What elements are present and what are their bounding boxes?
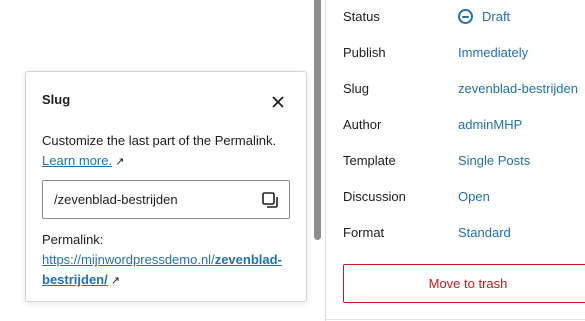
description-text: Customize the last part of the Permalink… [42,133,277,148]
canvas-scrollbar[interactable] [314,0,321,240]
status-row: Status Draft [343,5,585,27]
close-icon [272,96,284,108]
template-label: Template [343,152,396,168]
format-label: Format [343,224,385,240]
template-value-button[interactable]: Single Posts [458,153,530,168]
slug-row: Slug zevenblad-bestrijden [343,77,585,99]
external-link-icon: ↗ [110,275,120,287]
learn-more-link[interactable]: Learn more. [42,153,112,168]
status-value: Draft [482,8,511,24]
permalink-block: Permalink: https://mijnwordpressdemo.nl/… [42,230,302,291]
sidebar-divider [325,319,585,320]
discussion-value-button[interactable]: Open [458,189,490,204]
format-row: Format Standard [343,221,585,243]
slug-popover: Slug Customize the last part of the Perm… [25,71,307,302]
template-row: Template Single Posts [343,149,585,171]
slug-label: Slug [343,80,370,96]
publish-label: Publish [343,44,386,60]
permalink-slug-part2[interactable]: bestrijden/ [42,272,108,287]
move-to-trash-button[interactable]: Move to trash [343,264,585,303]
format-value-button[interactable]: Standard [458,225,511,240]
slug-input-field [42,180,290,219]
popover-title: Slug [42,92,71,107]
slug-input[interactable] [43,181,253,218]
copy-slug-button[interactable] [260,190,280,210]
draft-status-icon [458,8,473,24]
external-link-icon: ↗ [115,156,125,168]
author-label: Author [343,116,382,132]
close-popover-button[interactable] [266,90,290,114]
publish-row: Publish Immediately [343,41,585,63]
status-value-button[interactable]: Draft [458,8,511,24]
author-value-button[interactable]: adminMHP [458,117,522,132]
popover-description: Customize the last part of the Permalink… [42,131,297,172]
slug-value-button[interactable]: zevenblad-bestrijden [458,81,578,96]
discussion-label: Discussion [343,188,406,204]
post-settings-sidebar: Status Draft Publish Immediately Slug ze… [325,0,585,321]
status-label: Status [343,8,380,24]
copy-icon [262,192,278,208]
permalink-link[interactable]: https://mijnwordpressdemo.nl/zevenblad- [42,252,282,267]
author-row: Author adminMHP [343,113,585,135]
publish-value-button[interactable]: Immediately [458,45,528,60]
permalink-label: Permalink: [42,232,104,247]
permalink-slug-part1: zevenblad- [214,252,282,267]
discussion-row: Discussion Open [343,185,585,207]
editor-screen: Status Draft Publish Immediately Slug ze… [0,0,585,321]
permalink-base: https://mijnwordpressdemo.nl/ [42,252,215,267]
